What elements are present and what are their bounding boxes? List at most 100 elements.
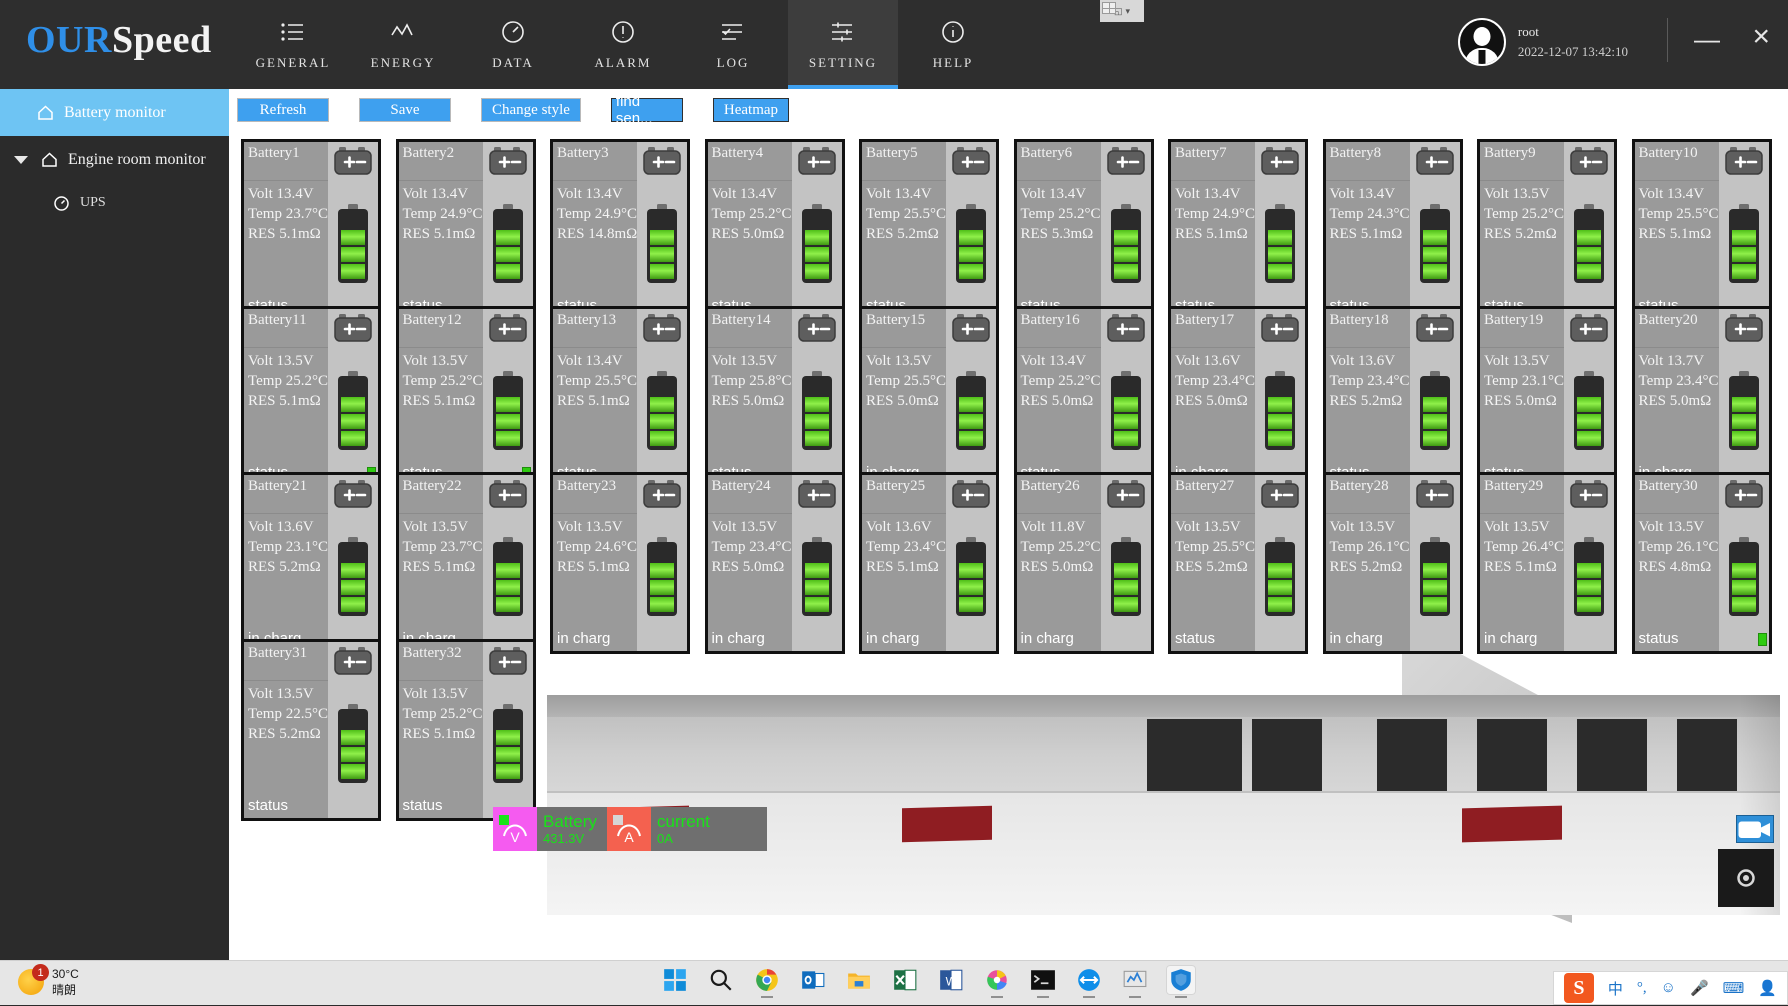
heatmap-button[interactable]: Heatmap (713, 98, 789, 122)
nav-item-help[interactable]: HELP (898, 0, 1008, 89)
taskbar-security-shield-icon[interactable] (1166, 965, 1196, 995)
sogou-logo-icon[interactable]: S (1564, 973, 1594, 1003)
battery-card[interactable]: Battery24Volt 13.5VTemp 23.4°CRES 5.0mΩi… (705, 472, 845, 654)
chevron-down-icon[interactable] (14, 156, 28, 164)
window-resize-widget[interactable]: ◱ ▾ (1100, 0, 1144, 22)
ime-punctuation-icon[interactable]: °, (1637, 980, 1647, 997)
battery-card[interactable]: Battery18Volt 13.6VTemp 23.4°CRES 5.2mΩs… (1323, 306, 1463, 488)
taskbar-chrome-icon[interactable] (752, 965, 782, 995)
nav-item-data[interactable]: DATA (458, 0, 568, 89)
battery-card[interactable]: Battery6Volt 13.4VTemp 25.2°CRES 5.3mΩst… (1014, 139, 1154, 321)
battery-card[interactable]: Battery32Volt 13.5VTemp 25.2°CRES 5.1mΩs… (396, 639, 536, 821)
nav-item-setting[interactable]: SETTING (788, 0, 898, 89)
battery-card-readings: Volt 13.4VTemp 25.5°CRES 5.1mΩ (557, 351, 637, 411)
save-button[interactable]: Save (359, 98, 451, 122)
ime-mode-cn[interactable]: 中 (1608, 978, 1623, 999)
sidebar-item-battery-monitor[interactable]: Battery monitor (0, 89, 229, 136)
battery-resistance: RES 5.0mΩ (866, 391, 946, 411)
battery-temperature: Temp 25.5°C (1175, 537, 1255, 557)
battery-terminal-icon (489, 479, 527, 509)
user-name: root (1518, 24, 1628, 40)
taskbar-terminal-icon[interactable] (1028, 965, 1058, 995)
sidebar-item-label: Battery monitor (64, 104, 166, 122)
sidebar-item-engine-room-monitor[interactable]: Engine room monitor (0, 136, 229, 183)
meter-widget-current[interactable]: Acurrent0A (607, 807, 767, 851)
battery-card[interactable]: Battery5Volt 13.4VTemp 25.5°CRES 5.2mΩst… (859, 139, 999, 321)
battery-card-title: Battery15 (866, 312, 925, 329)
battery-resistance: RES 5.2mΩ (1330, 557, 1410, 577)
ime-keyboard-icon[interactable]: ⌨ (1723, 979, 1745, 998)
ime-emoji-icon[interactable]: ☺ (1661, 980, 1676, 997)
taskbar-word-icon[interactable]: W (936, 965, 966, 995)
battery-card[interactable]: Battery21Volt 13.6VTemp 23.1°CRES 5.2mΩi… (241, 472, 381, 654)
taskbar-search-icon[interactable] (706, 965, 736, 995)
taskbar-photos-icon[interactable] (982, 965, 1012, 995)
taskbar-excel-icon[interactable] (890, 965, 920, 995)
battery-card[interactable]: Battery30Volt 13.5VTemp 26.1°CRES 4.8mΩs… (1632, 472, 1772, 654)
battery-card[interactable]: Battery11Volt 13.5VTemp 25.2°CRES 5.1mΩs… (241, 306, 381, 488)
taskbar-outlook-icon[interactable] (798, 965, 828, 995)
refresh-button[interactable]: Refresh (237, 98, 329, 122)
taskbar-monitor-chart-icon[interactable] (1120, 965, 1150, 995)
battery-card-graphics (637, 475, 687, 651)
taskbar-windows-start-icon[interactable] (660, 965, 690, 995)
battery-level-icon (1110, 537, 1142, 617)
gauge-icon (499, 19, 527, 45)
battery-card[interactable]: Battery28Volt 13.5VTemp 26.1°CRES 5.2mΩi… (1323, 472, 1463, 654)
taskbar-file-explorer-icon[interactable] (844, 965, 874, 995)
ime-user-icon[interactable]: 👤 (1758, 979, 1777, 998)
video-preview-chip[interactable] (1718, 849, 1774, 907)
weather-temperature: 30°C (52, 966, 79, 982)
chrome-icon (754, 967, 780, 993)
battery-card[interactable]: Battery14Volt 13.5VTemp 25.8°CRES 5.0mΩs… (705, 306, 845, 488)
battery-card[interactable]: Battery9Volt 13.5VTemp 25.2°CRES 5.2mΩst… (1477, 139, 1617, 321)
close-button[interactable]: × (1752, 22, 1770, 52)
battery-terminal-icon (1570, 146, 1608, 176)
camera-toggle-chip[interactable] (1736, 815, 1774, 843)
find-sensor-input[interactable]: find sen... (611, 98, 683, 122)
ime-mic-icon[interactable]: 🎤 (1690, 979, 1709, 998)
nav-item-general[interactable]: GENERAL (238, 0, 348, 89)
battery-card[interactable]: Battery20Volt 13.7VTemp 23.4°CRES 5.0mΩi… (1632, 306, 1772, 488)
battery-card-title: Battery9 (1484, 145, 1536, 162)
battery-card[interactable]: Battery31Volt 13.5VTemp 22.5°CRES 5.2mΩs… (241, 639, 381, 821)
battery-card[interactable]: Battery23Volt 13.5VTemp 24.6°CRES 5.1mΩi… (550, 472, 690, 654)
taskbar-teamviewer-icon[interactable] (1074, 965, 1104, 995)
battery-card[interactable]: Battery17Volt 13.6VTemp 23.4°CRES 5.0mΩi… (1168, 306, 1308, 488)
nav-item-alarm[interactable]: ALARM (568, 0, 678, 89)
battery-card-readings: Volt 13.4VTemp 25.5°CRES 5.1mΩ (1639, 184, 1719, 244)
battery-card[interactable]: Battery26Volt 11.8VTemp 25.2°CRES 5.0mΩi… (1014, 472, 1154, 654)
battery-card-title: Battery29 (1484, 478, 1543, 495)
nav-item-log[interactable]: LOG (678, 0, 788, 89)
weather-widget[interactable]: 1 30°C 晴朗 (18, 966, 79, 998)
battery-card[interactable]: Battery1Volt 13.4VTemp 23.7°CRES 5.1mΩst… (241, 139, 381, 321)
battery-card[interactable]: Battery10Volt 13.4VTemp 25.5°CRES 5.1mΩs… (1632, 139, 1772, 321)
battery-card-info: Battery31Volt 13.5VTemp 22.5°CRES 5.2mΩs… (244, 642, 328, 818)
battery-level-icon (1110, 371, 1142, 451)
battery-card[interactable]: Battery22Volt 13.5VTemp 23.7°CRES 5.1mΩi… (396, 472, 536, 654)
sidebar-item-ups[interactable]: UPS (0, 183, 229, 223)
battery-terminal-icon (1416, 313, 1454, 343)
battery-card[interactable]: Battery27Volt 13.5VTemp 25.5°CRES 5.2mΩs… (1168, 472, 1308, 654)
battery-card[interactable]: Battery12Volt 13.5VTemp 25.2°CRES 5.1mΩs… (396, 306, 536, 488)
battery-card[interactable]: Battery3Volt 13.4VTemp 24.9°CRES 14.8mΩs… (550, 139, 690, 321)
battery-card[interactable]: Battery7Volt 13.4VTemp 24.9°CRES 5.1mΩst… (1168, 139, 1308, 321)
battery-terminal-icon (643, 313, 681, 343)
battery-card-graphics (946, 475, 996, 651)
battery-card-readings: Volt 13.4VTemp 24.9°CRES 5.1mΩ (1175, 184, 1255, 244)
running-indicator (1129, 996, 1141, 998)
change-style-button[interactable]: Change style (481, 98, 581, 122)
battery-card[interactable]: Battery15Volt 13.5VTemp 25.5°CRES 5.0mΩi… (859, 306, 999, 488)
battery-card[interactable]: Battery4Volt 13.4VTemp 25.2°CRES 5.0mΩst… (705, 139, 845, 321)
nav-item-energy[interactable]: ENERGY (348, 0, 458, 89)
minimize-button[interactable]: — (1694, 26, 1720, 52)
battery-card[interactable]: Battery16Volt 13.4VTemp 25.2°CRES 5.0mΩs… (1014, 306, 1154, 488)
chevron-down-icon[interactable]: ▾ (1125, 6, 1130, 17)
battery-card[interactable]: Battery19Volt 13.5VTemp 23.1°CRES 5.0mΩs… (1477, 306, 1617, 488)
user-block[interactable]: root 2022-12-07 13:42:10 (1458, 18, 1628, 66)
battery-card[interactable]: Battery2Volt 13.4VTemp 24.9°CRES 5.1mΩst… (396, 139, 536, 321)
battery-card[interactable]: Battery8Volt 13.4VTemp 24.3°CRES 5.1mΩst… (1323, 139, 1463, 321)
battery-card[interactable]: Battery13Volt 13.4VTemp 25.5°CRES 5.1mΩs… (550, 306, 690, 488)
battery-card[interactable]: Battery29Volt 13.5VTemp 26.4°CRES 5.1mΩi… (1477, 472, 1617, 654)
battery-card[interactable]: Battery25Volt 13.6VTemp 23.4°CRES 5.1mΩi… (859, 472, 999, 654)
